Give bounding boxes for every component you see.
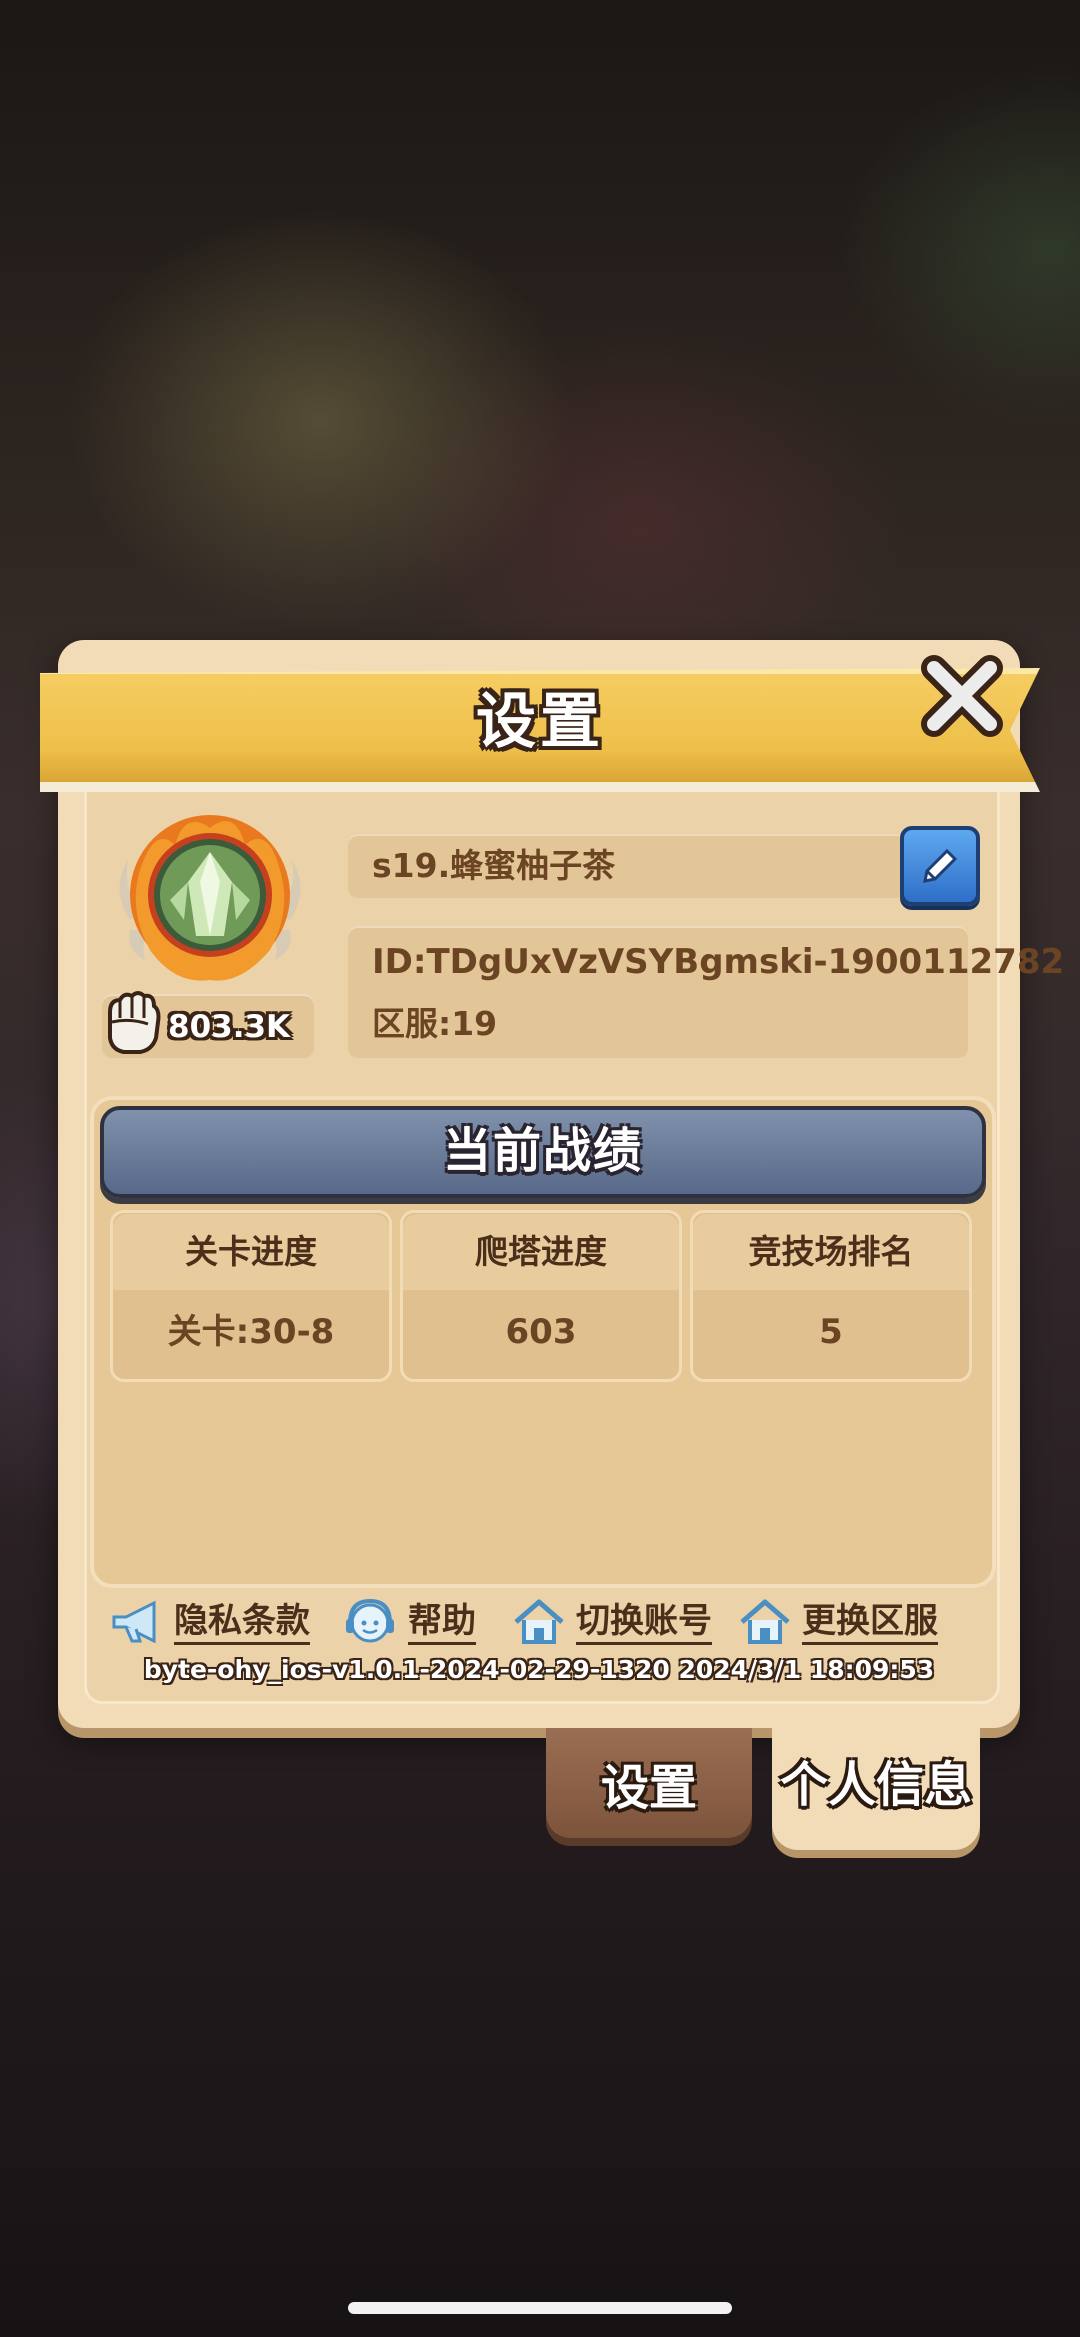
edit-name-button[interactable]	[900, 826, 980, 906]
privacy-link-label: 隐私条款	[174, 1600, 310, 1645]
switch-account-label: 切换账号	[576, 1600, 712, 1645]
help-link[interactable]: 帮助	[342, 1594, 476, 1650]
tab-settings-label: 设置	[600, 1760, 697, 1816]
home-icon	[740, 1599, 790, 1644]
stat-label: 竞技场排名	[693, 1214, 969, 1290]
megaphone-icon	[112, 1600, 156, 1644]
switch-account-link[interactable]: 切换账号	[512, 1594, 712, 1650]
home-indicator[interactable]	[348, 2302, 732, 2314]
tab-profile[interactable]: 个人信息	[772, 1710, 980, 1850]
combat-power-value: 803.3K	[168, 1009, 291, 1045]
tab-profile-label: 个人信息	[779, 1757, 972, 1813]
tab-settings[interactable]: 设置	[546, 1728, 752, 1838]
help-link-label: 帮助	[408, 1600, 476, 1645]
privacy-link[interactable]: 隐私条款	[110, 1594, 310, 1650]
version-info: byte-ohy_ios-v1.0.1-2024-02-29-1320 2024…	[143, 1655, 935, 1684]
stat-value: 603	[505, 1312, 577, 1352]
stat-label: 关卡进度	[113, 1214, 389, 1290]
stat-value: 5	[819, 1312, 843, 1352]
close-button[interactable]	[912, 650, 1012, 742]
change-server-link[interactable]: 更换区服	[738, 1594, 938, 1650]
current-record-title: 当前战绩	[442, 1123, 643, 1179]
support-headset-icon	[346, 1598, 394, 1643]
pencil-icon	[923, 848, 958, 883]
stat-label: 爬塔进度	[403, 1214, 679, 1290]
avatar[interactable]	[100, 800, 320, 990]
server-zone: 区服:19	[372, 1004, 498, 1043]
change-server-label: 更换区服	[802, 1600, 938, 1645]
crystal-flame-avatar-icon	[119, 815, 301, 981]
close-icon	[921, 655, 1003, 737]
page-title: 设置	[476, 687, 604, 757]
player-name: s19.蜂蜜柚子茶	[372, 846, 616, 885]
stat-value: 关卡:30-8	[167, 1312, 335, 1352]
home-icon	[514, 1599, 564, 1644]
player-id: ID:TDgUxVzVSYBgmski-1900112782	[372, 942, 1065, 982]
fist-icon	[102, 988, 164, 1060]
